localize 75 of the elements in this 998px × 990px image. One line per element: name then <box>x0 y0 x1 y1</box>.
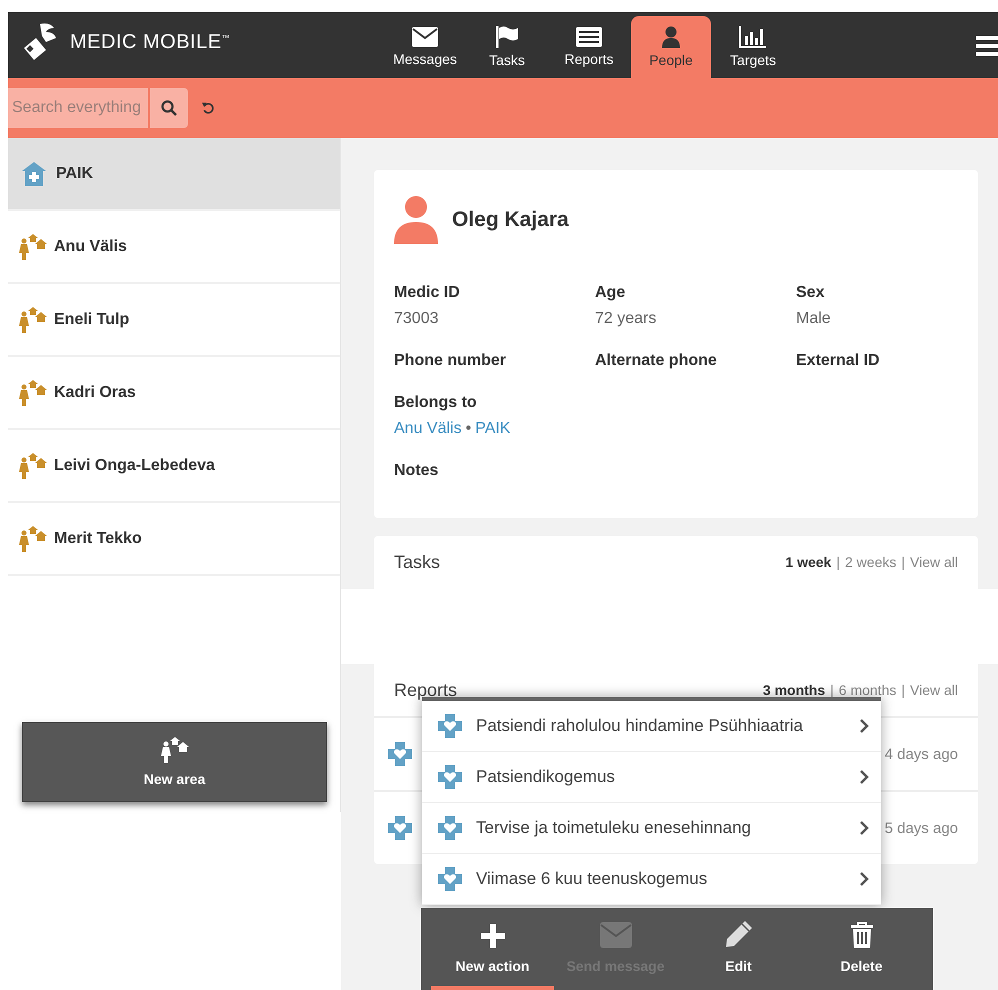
search-button[interactable] <box>150 88 188 128</box>
nav-tab[interactable]: Tasks <box>467 16 547 78</box>
period-link[interactable]: 3 months <box>762 682 826 698</box>
new-area-button[interactable]: New area <box>22 722 327 802</box>
separator: | <box>901 682 905 698</box>
heart-cross-icon <box>438 867 462 891</box>
person-icon <box>661 26 681 48</box>
nav-tab[interactable]: Targets <box>713 16 793 78</box>
chevron-icon <box>859 769 869 785</box>
field-label: External ID <box>796 352 881 370</box>
field-value: 73003 <box>394 310 440 328</box>
period-link[interactable]: View all <box>910 554 958 570</box>
report-date: 5 days ago <box>884 820 958 836</box>
people-houses-icon <box>18 452 48 478</box>
period-link[interactable]: View all <box>910 682 958 698</box>
period-link[interactable]: 1 week <box>785 554 832 570</box>
parent-link[interactable]: Anu Välis <box>394 420 462 438</box>
field-label: Alternate phone <box>595 352 718 370</box>
menu-item[interactable]: Patsiendi raholulou hindamine Psühhiaatria <box>422 701 881 752</box>
menu-item[interactable]: Patsiendikogemus <box>422 752 881 803</box>
people-houses-icon <box>18 306 48 332</box>
person-icon <box>394 196 438 244</box>
field-value: Male <box>796 310 832 328</box>
envelope-icon <box>600 922 632 948</box>
nav-tab[interactable]: People <box>631 16 711 78</box>
search-field[interactable]: Search everything <box>8 88 150 128</box>
period-link[interactable]: 6 months <box>838 682 896 698</box>
list-icon <box>576 27 602 47</box>
field-label: Belongs to <box>394 394 478 412</box>
report-date: 4 days ago <box>884 746 958 762</box>
contact-list-item[interactable]: PAIK <box>8 138 340 211</box>
period-link[interactable]: 2 weeks <box>845 554 896 570</box>
chevron-icon <box>859 820 869 836</box>
heart-cross-icon <box>388 816 412 840</box>
parent-link[interactable]: PAIK <box>475 420 510 438</box>
nav-tab[interactable]: Reports <box>549 16 629 78</box>
hospital-icon <box>22 162 46 186</box>
trash-icon <box>850 922 872 948</box>
separator: | <box>836 554 840 570</box>
search-icon <box>161 100 177 116</box>
chevron-icon <box>859 871 869 887</box>
plus-icon <box>480 924 504 948</box>
section-title: Tasks <box>394 552 440 572</box>
flag-icon <box>495 26 519 48</box>
heart-cross-icon <box>438 765 462 789</box>
menu-icon[interactable] <box>976 36 998 56</box>
separator: | <box>901 554 905 570</box>
heart-cross-icon <box>438 816 462 840</box>
menu-item[interactable]: Viimase 6 kuu teenuskogemus <box>422 854 881 905</box>
nav-tab[interactable]: Messages <box>385 16 465 78</box>
action-button[interactable]: Delete <box>800 908 923 990</box>
heart-cross-icon <box>438 714 462 738</box>
people-houses-icon <box>18 234 48 260</box>
separator: • <box>466 420 472 438</box>
section-title: Reports <box>394 680 458 700</box>
heart-cross-icon <box>388 742 412 766</box>
bar-chart-icon <box>739 26 767 48</box>
chevron-icon <box>859 718 869 734</box>
envelope-icon <box>412 27 438 47</box>
field-label: Notes <box>394 462 440 480</box>
pencil-icon <box>724 920 752 948</box>
refresh-icon <box>202 100 214 116</box>
people-house-plus-icon <box>160 737 190 763</box>
people-houses-icon <box>18 526 48 552</box>
field-label: Sex <box>796 284 826 302</box>
action-button[interactable]: Edit <box>677 908 800 990</box>
action-button[interactable]: New action <box>431 908 554 990</box>
field-label: Age <box>595 284 626 302</box>
field-value: 72 years <box>595 310 658 328</box>
contact-name: Oleg Kajara <box>452 208 569 232</box>
logo-text: MEDIC MOBILE$^{™}$ <box>70 30 230 54</box>
menu-item[interactable]: Tervise ja toimetuleku enesehinnang <box>422 803 881 854</box>
field-label: Medic ID <box>394 284 461 302</box>
field-label: Phone number <box>394 352 508 370</box>
people-houses-icon <box>18 380 48 406</box>
